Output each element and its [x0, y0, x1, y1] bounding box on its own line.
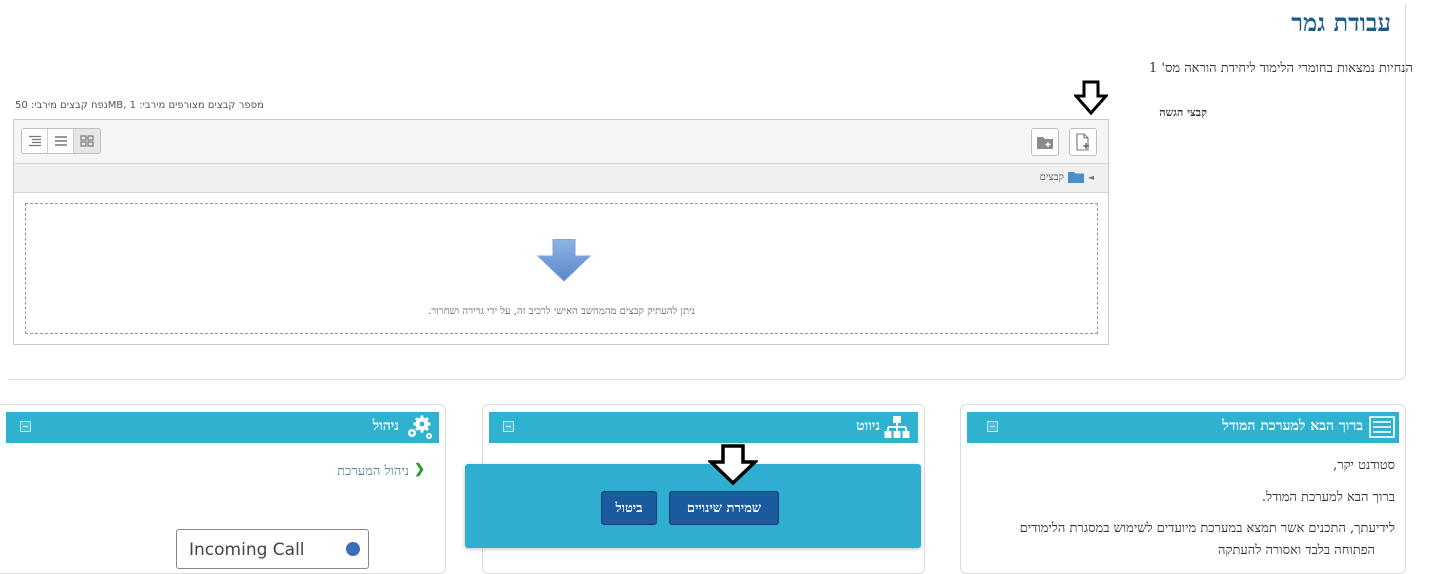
welcome-block-title: ברוך הבא למערכת המודל	[1222, 418, 1363, 434]
breadcrumb-label: קבצים	[1039, 171, 1064, 183]
save-changes-dialog: שמירת שינויים ביטול	[465, 464, 921, 548]
down-arrow-annotation-icon	[1074, 80, 1108, 116]
navigation-block-header: ניווט	[489, 412, 918, 443]
submission-files-label: קבצי הגשה	[1159, 106, 1207, 119]
page-title: עבודת גמר	[1291, 8, 1391, 37]
file-manager-path-bar: ◄ קבצים	[14, 164, 1108, 193]
file-limits-text: נפח קבצים מירבי: 50MB, מספר קבצים מצורפי…	[15, 100, 264, 111]
breadcrumb[interactable]: ◄ קבצים	[1040, 171, 1094, 183]
file-manager-toolbar	[14, 120, 1108, 164]
create-folder-button[interactable]	[1031, 128, 1059, 156]
arrow-right-icon: ◄	[1087, 172, 1094, 182]
admin-item-label: ניהול המערכת	[337, 464, 409, 479]
admin-item-system[interactable]: ❮ ניהול המערכת	[337, 462, 425, 479]
collapse-welcome-button[interactable]	[987, 421, 998, 432]
folder-icon	[1067, 172, 1084, 183]
phone-icon	[346, 542, 360, 556]
add-file-icon	[1076, 133, 1089, 151]
sitemap-icon	[884, 416, 910, 438]
list-panel-icon	[1369, 416, 1395, 438]
down-arrow-annotation-icon	[708, 444, 758, 486]
add-file-button[interactable]	[1069, 128, 1097, 156]
drop-zone-text: ניתן להעתיק קבצים מהמחשב האישי לרכיב זה,…	[428, 306, 695, 317]
instructions-text: הנחיות נמצאות בחומרי הלימוד ליחידת הוראה…	[1148, 61, 1413, 76]
incoming-call-label: Incoming Call	[189, 540, 305, 560]
gears-icon	[408, 415, 432, 439]
drop-down-arrow-icon	[536, 239, 592, 282]
welcome-line: הפתוחה בלבד ואסורה להעתקה	[1218, 543, 1375, 558]
welcome-block: ברוך הבא למערכת המודל סטודנט יקר, ברוך ה…	[960, 404, 1406, 574]
welcome-line: ברוך הבא למערכת המודל.	[1261, 490, 1395, 505]
collapse-navigation-button[interactable]	[503, 421, 514, 432]
admin-block-header: ניהול	[6, 412, 439, 443]
admin-block-title: ניהול	[372, 418, 399, 434]
view-icons-icon	[80, 135, 94, 147]
view-tree-icon	[28, 135, 41, 147]
collapse-admin-button[interactable]	[20, 421, 31, 432]
save-changes-button[interactable]: שמירת שינויים	[669, 491, 779, 525]
incoming-call-notification[interactable]: Incoming Call	[176, 529, 369, 569]
file-drop-zone[interactable]: ניתן להעתיק קבצים מהמחשב האישי לרכיב זה,…	[25, 203, 1098, 334]
navigation-block-title: ניווט	[856, 418, 880, 434]
view-list-icon	[54, 136, 67, 146]
cancel-button[interactable]: ביטול	[601, 491, 657, 525]
chevron-left-icon: ❮	[414, 462, 425, 477]
view-tree-button[interactable]	[22, 129, 48, 153]
file-manager: ◄ קבצים ניתן להעתיק קבצים מהמחשב האישי ל…	[13, 119, 1109, 345]
welcome-line: לידיעתך, התכנים אשר תמצא במערכת מיועדים …	[1019, 521, 1395, 536]
view-icons-button[interactable]	[74, 129, 100, 153]
welcome-block-header: ברוך הבא למערכת המודל	[967, 412, 1399, 443]
view-mode-group	[21, 128, 101, 154]
welcome-line: סטודנט יקר,	[1333, 458, 1395, 473]
view-list-button[interactable]	[48, 129, 74, 153]
create-folder-icon	[1037, 136, 1053, 149]
